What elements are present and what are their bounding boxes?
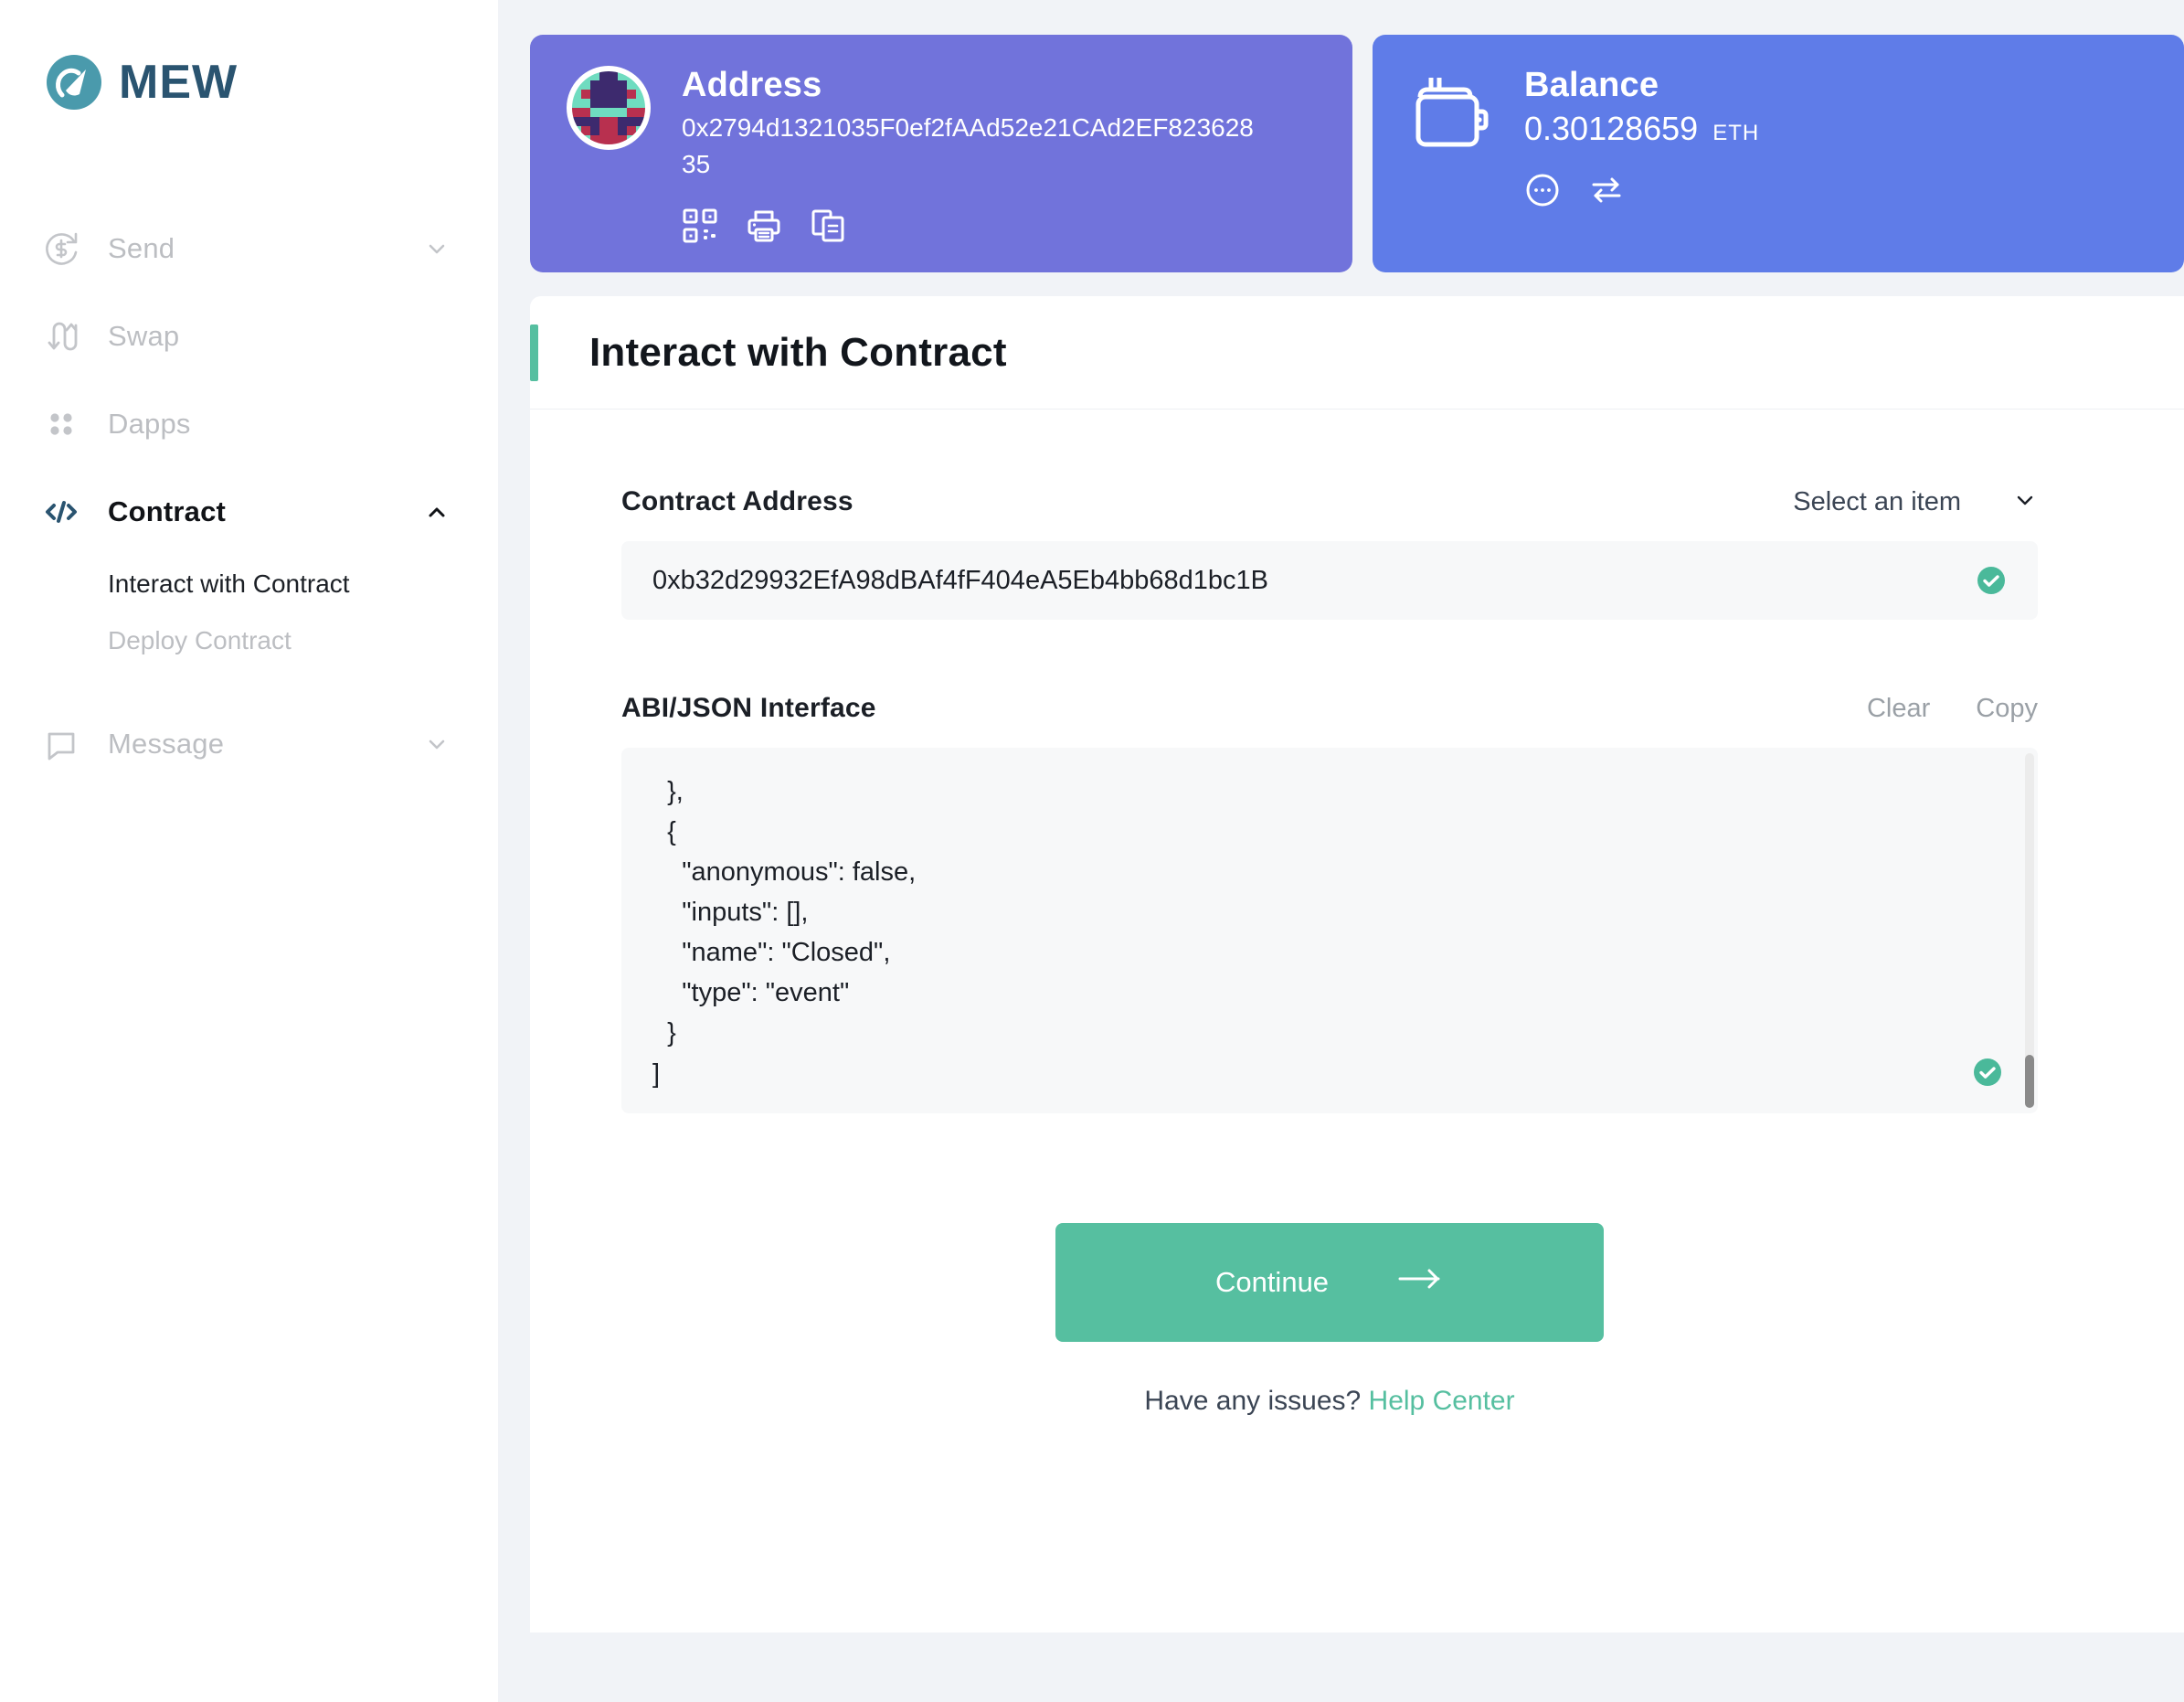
sidebar-item-label: Dapps	[108, 408, 191, 440]
code-brackets-icon	[40, 492, 82, 532]
sidebar-item-deploy-contract[interactable]: Deploy Contract	[0, 612, 498, 669]
contract-address-value: 0xb32d29932EfA98dBAf4fF404eA5Eb4bb68d1bc…	[652, 565, 1269, 595]
sidebar-item-contract[interactable]: Contract	[0, 468, 498, 556]
chevron-down-icon[interactable]	[423, 730, 451, 758]
content-area: Address 0x2794d1321035F0ef2fAAd52e21CAd2…	[498, 0, 2184, 1702]
abi-label: ABI/JSON Interface	[621, 693, 876, 723]
interact-with-contract-panel: Interact with Contract Contract Address …	[530, 296, 2184, 1633]
app-root: MEW Send Swap Dapps Contract Interact wi…	[0, 0, 2184, 1702]
arrow-right-icon	[1396, 1266, 1444, 1299]
balance-amount: 0.30128659	[1524, 109, 1699, 147]
exchange-arrows-icon[interactable]	[1588, 172, 1625, 208]
help-footer: Have any issues? Help Center	[1144, 1386, 1514, 1417]
more-options-icon[interactable]	[1524, 172, 1561, 208]
address-card: Address 0x2794d1321035F0ef2fAAd52e21CAd2…	[530, 35, 1352, 272]
sidebar-item-label: Send	[108, 232, 175, 264]
sidebar-item-dapps[interactable]: Dapps	[0, 380, 498, 468]
dapps-dots-icon	[40, 404, 82, 444]
abi-row: ABI/JSON Interface Clear Copy	[621, 693, 2038, 724]
help-footer-text: Have any issues?	[1144, 1386, 1362, 1416]
blockie-avatar	[567, 66, 651, 150]
contract-select[interactable]: Select an item	[1793, 487, 2038, 517]
contract-address-row: Contract Address Select an item	[621, 486, 2038, 517]
chevron-down-icon[interactable]	[2012, 487, 2038, 517]
check-circle-icon	[1972, 1057, 2003, 1088]
brand-wordmark: MEW	[119, 56, 239, 109]
check-circle-icon	[1976, 565, 2007, 596]
abi-json-content: }, { "anonymous": false, "inputs": [], "…	[652, 777, 917, 1089]
sidebar-subitem-label: Deploy Contract	[108, 626, 292, 654]
balance-unit: ETH	[1712, 120, 1760, 145]
sidebar-subitem-label: Interact with Contract	[108, 569, 350, 598]
contract-address-input[interactable]: 0xb32d29932EfA98dBAf4fF404eA5Eb4bb68d1bc…	[621, 541, 2038, 620]
chevron-up-icon[interactable]	[423, 498, 451, 526]
address-value: 0x2794d1321035F0ef2fAAd52e21CAd2EF823628…	[682, 112, 1254, 179]
chevron-down-icon[interactable]	[423, 235, 451, 262]
wallet-icon	[1409, 69, 1493, 158]
balance-card-title: Balance	[1524, 66, 1659, 104]
send-circle-dollar-icon	[40, 229, 82, 269]
sidebar-item-interact-with-contract[interactable]: Interact with Contract	[0, 556, 498, 612]
sidebar-item-swap[interactable]: Swap	[0, 293, 498, 380]
contract-select-value: Select an item	[1793, 486, 1961, 516]
print-icon[interactable]	[746, 207, 782, 244]
copy-icon[interactable]	[810, 207, 846, 244]
swap-arrows-icon	[40, 316, 82, 356]
sidebar-item-send[interactable]: Send	[0, 205, 498, 293]
brand-logo[interactable]: MEW	[0, 38, 498, 126]
continue-button-label: Continue	[1214, 1266, 1330, 1298]
summary-cards: Address 0x2794d1321035F0ef2fAAd52e21CAd2…	[530, 35, 2184, 272]
clear-button[interactable]: Clear	[1867, 694, 1930, 724]
balance-card-actions	[1524, 172, 1759, 208]
cta-section: Continue Have any issues? Help Center	[621, 1223, 2038, 1417]
sidebar-item-label: Message	[108, 728, 225, 760]
abi-json-textarea[interactable]: }, { "anonymous": false, "inputs": [], "…	[621, 748, 2038, 1113]
sidebar: MEW Send Swap Dapps Contract Interact wi…	[0, 0, 498, 1702]
contract-address-label: Contract Address	[621, 486, 853, 516]
address-card-title: Address	[682, 66, 822, 104]
panel-header: Interact with Contract	[530, 296, 2184, 410]
address-card-actions	[682, 207, 1267, 244]
mew-logo-icon	[46, 54, 102, 111]
sidebar-item-label: Contract	[108, 495, 227, 527]
help-center-link[interactable]: Help Center	[1369, 1386, 1515, 1416]
contract-form: Contract Address Select an item 0xb32d29…	[530, 410, 2184, 1417]
scrollbar-thumb[interactable]	[2025, 1055, 2034, 1108]
abi-actions: Clear Copy	[1867, 694, 2038, 724]
sidebar-item-message[interactable]: Message	[0, 700, 498, 788]
page-title: Interact with Contract	[589, 329, 1007, 375]
qr-code-icon[interactable]	[682, 207, 718, 244]
copy-button[interactable]: Copy	[1976, 694, 2038, 724]
accent-bar	[530, 324, 538, 381]
message-bubble-icon	[40, 724, 82, 764]
balance-card: Balance 0.30128659 ETH	[1373, 35, 2184, 272]
vertical-scrollbar[interactable]	[2025, 753, 2034, 1108]
sidebar-nav: Send Swap Dapps Contract Interact with C…	[0, 205, 498, 788]
continue-button[interactable]: Continue	[1055, 1223, 1604, 1342]
sidebar-item-label: Swap	[108, 320, 180, 352]
